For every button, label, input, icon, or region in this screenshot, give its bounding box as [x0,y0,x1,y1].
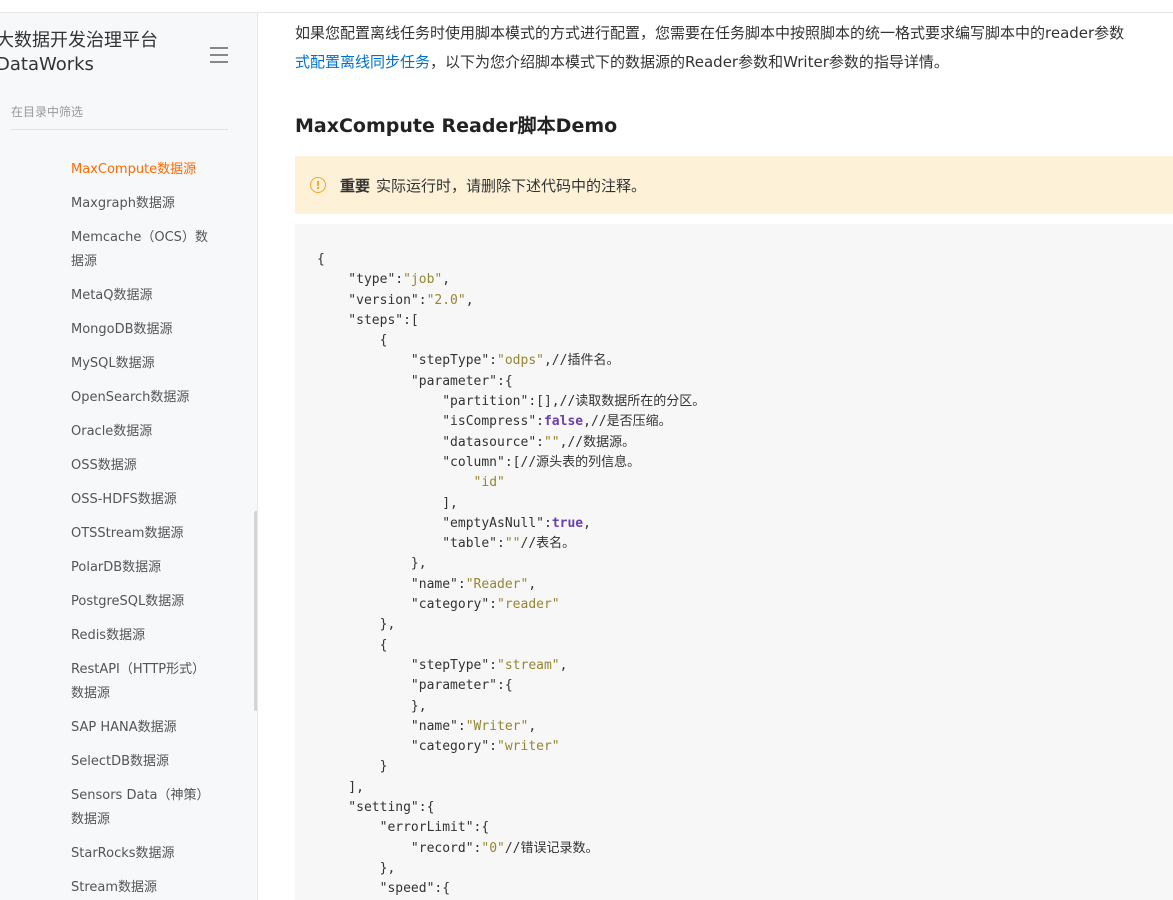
section-heading: MaxCompute Reader脚本Demo [295,115,618,137]
sidebar-item[interactable]: MySQL数据源 [0,347,250,381]
sidebar-item[interactable]: Redis数据源 [0,619,250,653]
sidebar-item[interactable]: OTSStream数据源 [0,517,250,551]
sidebar-item[interactable]: SAP HANA数据源 [0,711,250,745]
sidebar-item[interactable]: MongoDB数据源 [0,313,250,347]
sidebar-item[interactable]: OSS数据源 [0,449,250,483]
sidebar-item[interactable]: PostgreSQL数据源 [0,585,250,619]
product-title[interactable]: 大数据开发治理平台 DataWorks [0,29,196,77]
menu-icon[interactable] [210,47,230,63]
important-notice: ! 重要 实际运行时，请删除下述代码中的注释。 [295,156,1173,214]
sidebar-item[interactable]: MaxCompute数据源 [0,153,250,187]
sidebar-item[interactable]: MetaQ数据源 [0,279,250,313]
sidebar: 大数据开发治理平台 DataWorks 在目录中筛选 MaxCompute数据源… [0,13,258,900]
intro-text: 如果您配置离线任务时使用脚本模式的方式进行配置，您需要在任务脚本中按照脚本的统一… [295,24,1125,42]
sidebar-item[interactable]: OSS-HDFS数据源 [0,483,250,517]
sidebar-item[interactable]: Maxgraph数据源 [0,187,250,221]
code-text: { "type":"job", "version":"2.0", "steps"… [317,252,706,897]
sidebar-item[interactable]: Oracle数据源 [0,415,250,449]
notice-text: 实际运行时，请删除下述代码中的注释。 [376,176,647,195]
sidebar-item[interactable]: Sensors Data（神策）数据源 [0,779,250,837]
sidebar-item[interactable]: RestAPI（HTTP形式）数据源 [0,653,250,711]
warning-icon: ! [310,177,326,193]
top-bar [0,0,1173,13]
sidebar-item[interactable]: Memcache（OCS）数据源 [0,221,250,279]
notice-label: 重要 [340,176,371,195]
sidebar-item[interactable]: SelectDB数据源 [0,745,250,779]
sidebar-item[interactable]: OpenSearch数据源 [0,381,250,415]
main-content: 如果您配置离线任务时使用脚本模式的方式进行配置，您需要在任务脚本中按照脚本的统一… [295,13,1173,900]
sidebar-scrollbar[interactable] [254,511,257,711]
sidebar-item[interactable]: Stream数据源 [0,871,250,900]
sidebar-item[interactable]: PolarDB数据源 [0,551,250,585]
intro-text-2: ，以下为您介绍脚本模式下的数据源的Reader参数和Writer参数的指导详情。 [430,53,949,71]
script-mode-link[interactable]: 式配置离线同步任务 [295,53,430,71]
toc-filter-input[interactable]: 在目录中筛选 [11,95,228,130]
sidebar-item[interactable]: StarRocks数据源 [0,837,250,871]
intro-paragraph: 如果您配置离线任务时使用脚本模式的方式进行配置，您需要在任务脚本中按照脚本的统一… [295,13,1173,77]
toc-nav: MaxCompute数据源 Maxgraph数据源 Memcache（OCS）数据源… [0,153,250,900]
code-block[interactable]: { "type":"job", "version":"2.0", "steps"… [295,224,1173,900]
